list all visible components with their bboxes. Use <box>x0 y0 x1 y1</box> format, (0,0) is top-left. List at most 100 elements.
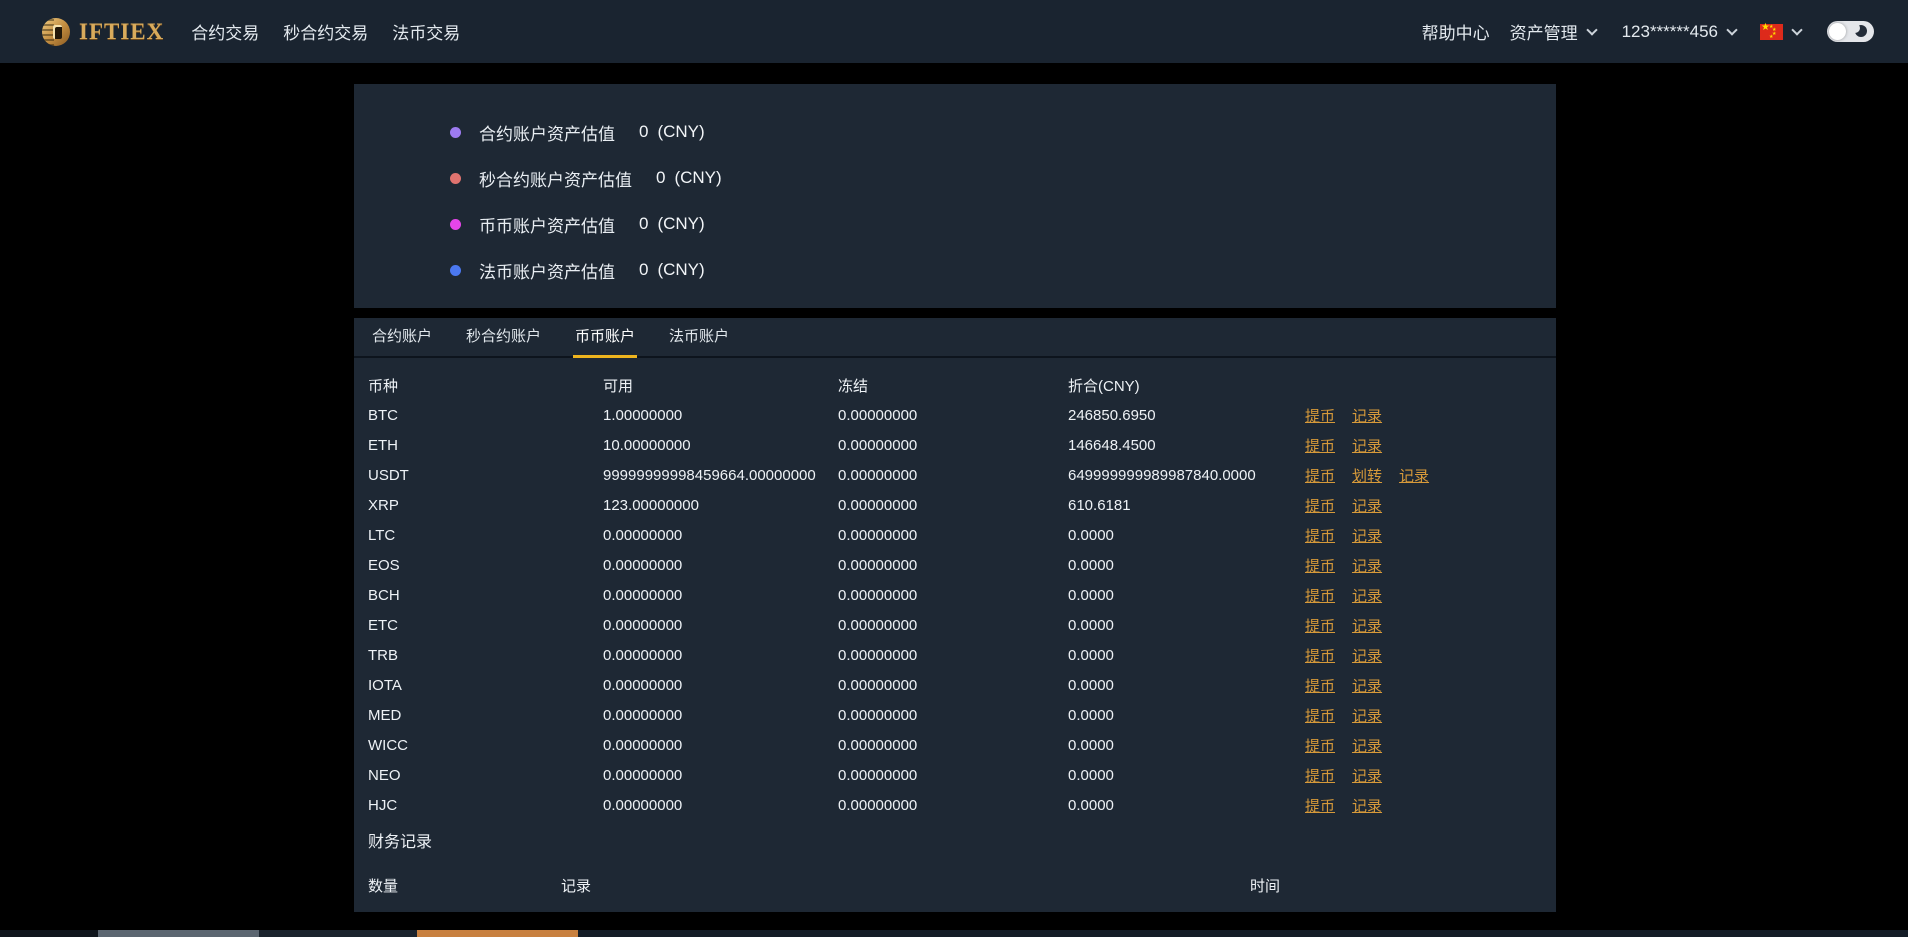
withdraw-link[interactable]: 提币 <box>1305 765 1335 786</box>
coin-name: BCH <box>368 586 400 604</box>
coin-name: BTC <box>368 406 398 424</box>
account-menu[interactable]: 123******456 <box>1622 22 1718 42</box>
cny-value: 0.0000 <box>1068 796 1114 814</box>
china-flag-icon[interactable]: ★ ★ ★ ★ ★ <box>1760 22 1783 40</box>
nav-item-fiat-trading[interactable]: 法币交易 <box>392 19 460 44</box>
wallet-row: EOS 0.00000000 0.00000000 0.0000 提币 记录 <box>368 550 1542 580</box>
record-link[interactable]: 记录 <box>1352 615 1382 636</box>
summary-label: 秒合约账户资产估值 <box>479 170 632 190</box>
coin-name: WICC <box>368 736 408 754</box>
legend-dot-icon <box>450 264 461 276</box>
scrollbar-track-segment <box>98 930 259 937</box>
frozen-value: 0.00000000 <box>838 466 918 484</box>
record-link[interactable]: 记录 <box>1352 555 1382 576</box>
withdraw-link[interactable]: 提币 <box>1305 495 1335 516</box>
coin-name: ETH <box>368 436 398 454</box>
row-actions: 提币 记录 <box>1305 525 1542 546</box>
tab-fiat-account[interactable]: 法币账户 <box>669 318 729 356</box>
asset-summary-panel: 合约账户资产估值 0 (CNY) 秒合约账户资产估值 0 (CNY) 币币账户资产估值 0 (C… <box>354 84 1556 308</box>
frozen-value: 0.00000000 <box>838 496 918 514</box>
withdraw-link[interactable]: 提币 <box>1305 525 1335 546</box>
wallet-row: TRB 0.00000000 0.00000000 0.0000 提币 记录 <box>368 640 1542 670</box>
wallet-rows: BTC 1.00000000 0.00000000 246850.6950 提币 记录 ET… <box>368 400 1542 820</box>
record-link[interactable]: 记录 <box>1352 525 1382 546</box>
wallet-row: NEO 0.00000000 0.00000000 0.0000 提币 记录 <box>368 760 1542 790</box>
tab-second-contract-account[interactable]: 秒合约账户 <box>466 318 541 356</box>
finance-records-title: 财务记录 <box>368 834 433 851</box>
wallet-row: HJC 0.00000000 0.00000000 0.0000 提币 记录 <box>368 790 1542 820</box>
withdraw-link[interactable]: 提币 <box>1305 705 1335 726</box>
theme-toggle[interactable] <box>1827 21 1874 42</box>
cny-value: 0.0000 <box>1068 646 1114 664</box>
transfer-link[interactable]: 划转 <box>1352 465 1382 486</box>
available-value: 0.00000000 <box>603 526 683 544</box>
record-link[interactable]: 记录 <box>1352 435 1382 456</box>
record-link[interactable]: 记录 <box>1352 675 1382 696</box>
available-value: 10.00000000 <box>603 436 691 454</box>
coin-name: ETC <box>368 616 398 634</box>
row-actions: 提币 记录 <box>1305 645 1542 666</box>
withdraw-link[interactable]: 提币 <box>1305 675 1335 696</box>
summary-label: 币币账户资产估值 <box>479 216 615 236</box>
withdraw-link[interactable]: 提币 <box>1305 585 1335 606</box>
withdraw-link[interactable]: 提币 <box>1305 405 1335 426</box>
frozen-value: 0.00000000 <box>838 586 918 604</box>
withdraw-link[interactable]: 提币 <box>1305 615 1335 636</box>
wallet-row: BTC 1.00000000 0.00000000 246850.6950 提币 记录 <box>368 400 1542 430</box>
wallet-row: LTC 0.00000000 0.00000000 0.0000 提币 记录 <box>368 520 1542 550</box>
cny-value: 0.0000 <box>1068 616 1114 634</box>
nav-item-second-contract-trading[interactable]: 秒合约交易 <box>283 19 368 44</box>
chevron-down-icon <box>1791 23 1803 36</box>
summary-row-second-contract-account-valuation: 秒合约账户资产估值 0 (CNY) <box>450 155 1556 201</box>
logo[interactable]: IFTIEX <box>42 17 164 46</box>
row-actions: 提币 记录 <box>1305 795 1542 816</box>
summary-value: 0 <box>639 260 649 279</box>
accounts-panel: 合约账户 秒合约账户 币币账户 法币账户 币种 可用 冻结 折合(CNY) BTC 1.… <box>354 318 1556 912</box>
row-actions: 提币 记录 <box>1305 435 1542 456</box>
col-header-available: 可用 <box>603 377 634 395</box>
record-link[interactable]: 记录 <box>1352 405 1382 426</box>
summary-row-coin-account-valuation: 币币账户资产估值 0 (CNY) <box>450 201 1556 247</box>
scrollbar-track-segment <box>0 930 98 937</box>
withdraw-link[interactable]: 提币 <box>1305 555 1335 576</box>
record-link[interactable]: 记录 <box>1352 705 1382 726</box>
asset-management-menu[interactable]: 资产管理 <box>1510 19 1578 44</box>
record-link[interactable]: 记录 <box>1352 735 1382 756</box>
frozen-value: 0.00000000 <box>838 526 918 544</box>
row-actions: 提币 记录 <box>1305 615 1542 636</box>
tab-contract-account[interactable]: 合约账户 <box>372 318 432 356</box>
record-link[interactable]: 记录 <box>1352 765 1382 786</box>
record-link[interactable]: 记录 <box>1352 795 1382 816</box>
frozen-value: 0.00000000 <box>838 736 918 754</box>
withdraw-link[interactable]: 提币 <box>1305 645 1335 666</box>
frozen-value: 0.00000000 <box>838 556 918 574</box>
wallet-row: MED 0.00000000 0.00000000 0.0000 提币 记录 <box>368 700 1542 730</box>
cny-value: 146648.4500 <box>1068 436 1156 454</box>
frozen-value: 0.00000000 <box>838 646 918 664</box>
available-value: 0.00000000 <box>603 676 683 694</box>
withdraw-link[interactable]: 提币 <box>1305 795 1335 816</box>
nav-item-contract-trading[interactable]: 合约交易 <box>191 19 259 44</box>
summary-value: 0 <box>639 214 649 233</box>
available-value: 99999999998459664.00000000 <box>603 466 816 484</box>
withdraw-link[interactable]: 提币 <box>1305 465 1335 486</box>
help-center-link[interactable]: 帮助中心 <box>1422 19 1490 44</box>
horizontal-scrollbar[interactable] <box>0 930 1908 937</box>
cny-value: 0.0000 <box>1068 556 1114 574</box>
record-link[interactable]: 记录 <box>1399 465 1429 486</box>
record-link[interactable]: 记录 <box>1352 645 1382 666</box>
summary-unit: (CNY) <box>674 168 722 187</box>
withdraw-link[interactable]: 提币 <box>1305 735 1335 756</box>
finance-col-amount: 数量 <box>368 877 399 895</box>
withdraw-link[interactable]: 提币 <box>1305 435 1335 456</box>
available-value: 0.00000000 <box>603 796 683 814</box>
available-value: 1.00000000 <box>603 406 683 424</box>
tab-coin-account[interactable]: 币币账户 <box>573 318 638 358</box>
col-header-frozen: 冻结 <box>838 377 869 395</box>
coin-logo-icon <box>42 17 70 46</box>
scrollbar-thumb[interactable] <box>417 930 578 937</box>
record-link[interactable]: 记录 <box>1352 585 1382 606</box>
legend-dot-icon <box>450 126 461 138</box>
available-value: 0.00000000 <box>603 706 683 724</box>
record-link[interactable]: 记录 <box>1352 495 1382 516</box>
